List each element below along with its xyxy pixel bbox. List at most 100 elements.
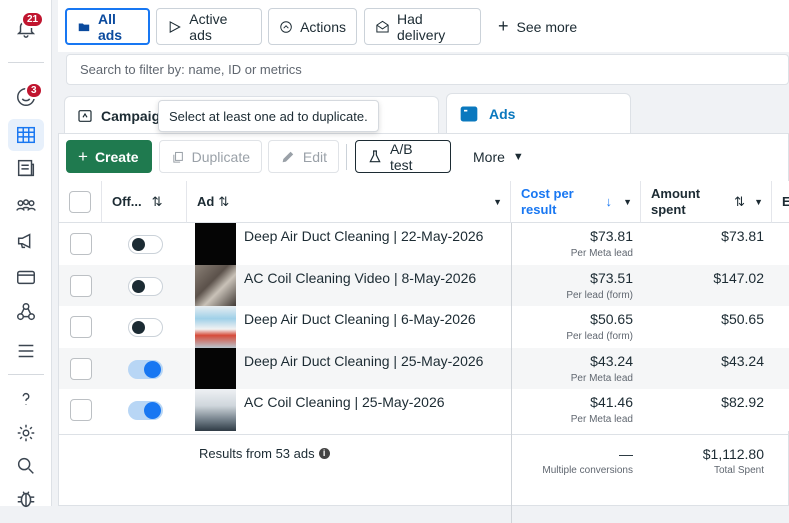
amount-spent-value: $43.24 <box>721 352 764 369</box>
column-header-cost-per-result[interactable]: Cost per result ↓ ▼ <box>511 181 641 223</box>
business-settings-icon[interactable] <box>13 299 39 325</box>
row-checkbox[interactable] <box>70 274 92 297</box>
help-icon[interactable] <box>13 386 39 412</box>
plus-icon: + <box>498 16 509 36</box>
ad-name[interactable]: Deep Air Duct Cleaning | 22-May-2026 <box>244 228 483 244</box>
select-all-checkbox[interactable] <box>69 190 91 213</box>
cost-per-result-cell: $41.46 Per Meta lead <box>511 389 641 431</box>
table-row[interactable]: Deep Air Duct Cleaning | 6-May-2026 $50.6… <box>59 306 789 348</box>
rail-divider <box>8 374 44 375</box>
ad-name[interactable]: AC Coil Cleaning Video | 8-May-2026 <box>244 270 476 286</box>
active-ads-label: Active ads <box>189 10 228 43</box>
filter-bar: All ads Active ads Actions Had delivery … <box>58 0 789 52</box>
all-tools-menu-icon[interactable] <box>13 338 39 364</box>
info-icon[interactable]: i <box>318 448 330 459</box>
ad-thumbnail[interactable] <box>195 223 236 265</box>
more-button[interactable]: More ▼ <box>473 149 524 165</box>
cost-per-result-cell: $73.81 Per Meta lead <box>511 223 641 265</box>
cost-per-result-type: Per Meta lead <box>570 248 633 259</box>
footer-divider <box>59 434 789 435</box>
toggle-knob <box>144 360 161 378</box>
amount-spent-cell: $43.24 <box>641 348 772 390</box>
tab-ads-label: Ads <box>489 105 516 122</box>
amount-spent-cell: $73.81 <box>641 223 772 265</box>
duplicate-button[interactable]: Duplicate <box>159 140 262 173</box>
ad-status-toggle[interactable] <box>128 318 163 337</box>
toggle-knob <box>144 402 161 419</box>
edit-button[interactable]: Edit <box>268 140 339 173</box>
ad-thumbnail[interactable] <box>195 306 236 348</box>
cost-per-result-cell: $50.65 Per lead (form) <box>511 306 641 348</box>
plus-icon: + <box>78 146 88 166</box>
ad-status-toggle[interactable] <box>128 276 163 296</box>
settings-gear-icon[interactable] <box>13 420 39 446</box>
had-delivery-filter-button[interactable]: Had delivery <box>364 8 481 45</box>
amount-spent-value: $50.65 <box>721 311 764 327</box>
message-count-badge: 3 <box>25 82 43 99</box>
report-bug-icon[interactable] <box>13 486 39 512</box>
active-ads-filter-button[interactable]: Active ads <box>156 8 262 45</box>
cost-per-result-value: $73.51 <box>590 269 633 286</box>
caret-down-icon: ▼ <box>754 196 763 207</box>
tab-ads[interactable]: Ads <box>446 93 631 134</box>
actions-filter-button[interactable]: Actions <box>268 8 357 45</box>
campaign-megaphone-icon[interactable] <box>13 228 39 254</box>
audiences-icon[interactable] <box>13 192 39 218</box>
ad-thumbnail[interactable] <box>195 389 236 431</box>
create-button[interactable]: + Create <box>66 140 152 173</box>
table-row[interactable]: AC Coil Cleaning | 25-May-2026 $41.46 Per … <box>59 389 789 431</box>
sort-icon: ⇅ <box>218 193 230 209</box>
footer-cost-sub: Multiple conversions <box>542 465 633 476</box>
ad-thumbnail[interactable] <box>195 347 236 390</box>
table-row[interactable]: Deep Air Duct Cleaning | 22-May-2026 $73.… <box>59 223 789 265</box>
sort-icon: ⇅ <box>151 193 163 209</box>
amount-spent-cell: $50.65 <box>641 306 772 348</box>
amount-spent-cell: $147.02 <box>641 265 772 307</box>
search-icon[interactable] <box>13 453 39 479</box>
ad-thumbnail[interactable] <box>195 264 236 307</box>
ad-status-toggle[interactable] <box>128 401 163 420</box>
column-header-amount-spent[interactable]: Amount spent ⇅ ▼ <box>641 181 772 223</box>
amount-spent-cell: $82.92 <box>641 389 772 431</box>
all-ads-label: All ads <box>97 10 123 43</box>
row-checkbox[interactable] <box>70 399 92 421</box>
column-amount-label: Amount spent <box>651 185 701 217</box>
table-row[interactable]: Deep Air Duct Cleaning | 25-May-2026 $43.… <box>59 347 789 390</box>
cost-per-result-type: Per Meta lead <box>570 372 633 384</box>
left-rail: 21 3 <box>0 0 52 508</box>
flask-icon <box>369 149 381 162</box>
ad-name[interactable]: Deep Air Duct Cleaning | 25-May-2026 <box>244 353 483 369</box>
column-extra-label: E <box>782 194 789 209</box>
footer-spent-cell: $1,112.80 Total Spent <box>641 441 772 481</box>
column-header-extra[interactable]: E <box>772 181 789 223</box>
ad-status-toggle[interactable] <box>128 359 163 379</box>
row-checkbox[interactable] <box>70 233 92 255</box>
row-checkbox[interactable] <box>70 316 92 338</box>
reports-icon[interactable] <box>13 155 39 181</box>
cost-per-result-type: Per lead (form) <box>566 289 633 301</box>
ab-test-button[interactable]: A/B test <box>355 140 451 173</box>
column-header-ad[interactable]: Ad ⇅ ▼ <box>187 181 511 223</box>
search-filter-input[interactable]: Search to filter by: name, ID or metrics <box>66 54 789 85</box>
ads-manager-table-icon[interactable] <box>8 119 44 151</box>
campaign-icon <box>78 109 92 122</box>
cost-per-result-cell: $73.51 Per lead (form) <box>511 265 641 307</box>
duplicate-label: Duplicate <box>191 148 250 165</box>
table-row[interactable]: AC Coil Cleaning Video | 8-May-2026 $73.5… <box>59 264 789 307</box>
cost-per-result-type: Per lead (form) <box>566 331 633 342</box>
results-summary-label: Results from 53 ads <box>199 446 315 461</box>
billing-card-icon[interactable] <box>13 264 39 290</box>
ad-name[interactable]: Deep Air Duct Cleaning | 6-May-2026 <box>244 311 476 327</box>
all-ads-filter-button[interactable]: All ads <box>65 8 150 45</box>
amount-spent-value: $147.02 <box>713 269 764 286</box>
ads-table-panel: + Create Duplicate Edit A/B test More ▼ … <box>58 133 789 523</box>
column-header-off[interactable]: Off... ⇅ <box>102 181 187 223</box>
ad-name[interactable]: AC Coil Cleaning | 25-May-2026 <box>244 394 445 410</box>
row-checkbox[interactable] <box>70 357 92 380</box>
see-more-filters-button[interactable]: + See more <box>498 16 577 37</box>
ads-icon <box>460 106 478 121</box>
toggle-knob <box>132 238 145 251</box>
see-more-label: See more <box>516 18 578 35</box>
sort-icon: ⇅ <box>734 193 745 209</box>
ad-status-toggle[interactable] <box>128 235 163 254</box>
